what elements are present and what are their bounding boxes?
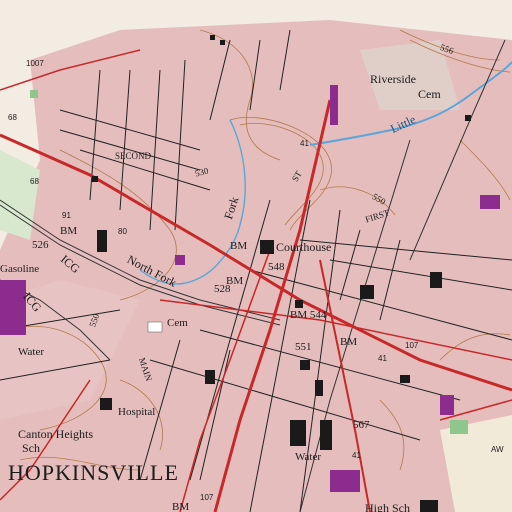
route-1007: 1007 xyxy=(26,59,44,68)
route-107: 107 xyxy=(405,341,419,350)
city-label: HOPKINSVILLE xyxy=(8,460,179,485)
route-107-south: 107 xyxy=(200,493,214,502)
riverside-cemetery-label: Riverside xyxy=(370,72,416,86)
hospital-label: Hospital xyxy=(118,406,156,418)
route-80: 80 xyxy=(118,227,127,236)
canton-heights-label: Canton Heights xyxy=(18,427,93,441)
aw-label: AW xyxy=(491,445,504,454)
topographic-map[interactable]: HOPKINSVILLE Riverside Cem Courthouse Ho… xyxy=(0,0,512,512)
elevation-528: 528 xyxy=(214,283,231,295)
elevation-551: 551 xyxy=(295,341,312,353)
second-street-label: SECOND xyxy=(115,151,152,161)
gasoline-label: Gasoline xyxy=(0,263,40,275)
high-school-label: High Sch xyxy=(365,501,410,512)
route-68: 68 xyxy=(8,113,17,122)
cemetery-small xyxy=(147,321,163,333)
route-68-west: 68 xyxy=(30,177,39,186)
bm-label-551: BM xyxy=(340,336,358,348)
elevation-567: 567 xyxy=(353,419,370,431)
route-91: 91 xyxy=(62,211,71,220)
elevation-526: 526 xyxy=(32,239,49,251)
elevation-548: 548 xyxy=(268,261,285,273)
route-41-south: 41 xyxy=(378,354,387,363)
industrial-purple-area xyxy=(0,280,26,335)
route-41: 41 xyxy=(300,139,309,148)
canton-heights-sch-label: Sch xyxy=(22,441,40,455)
riverside-cemetery-label-2: Cem xyxy=(418,87,441,101)
bm-label-bottom: BM xyxy=(172,501,190,512)
water-label-south: Water xyxy=(295,451,321,463)
courthouse-label: Courthouse xyxy=(276,240,332,254)
route-41-bottom: 41 xyxy=(352,451,361,460)
bm-label-west: BM xyxy=(60,225,78,237)
cemetery-label: Cem xyxy=(167,317,188,329)
water-label-west: Water xyxy=(18,346,44,358)
bm-label-courthouse: BM xyxy=(230,240,248,252)
bm-544-label: BM 544 xyxy=(290,309,327,321)
